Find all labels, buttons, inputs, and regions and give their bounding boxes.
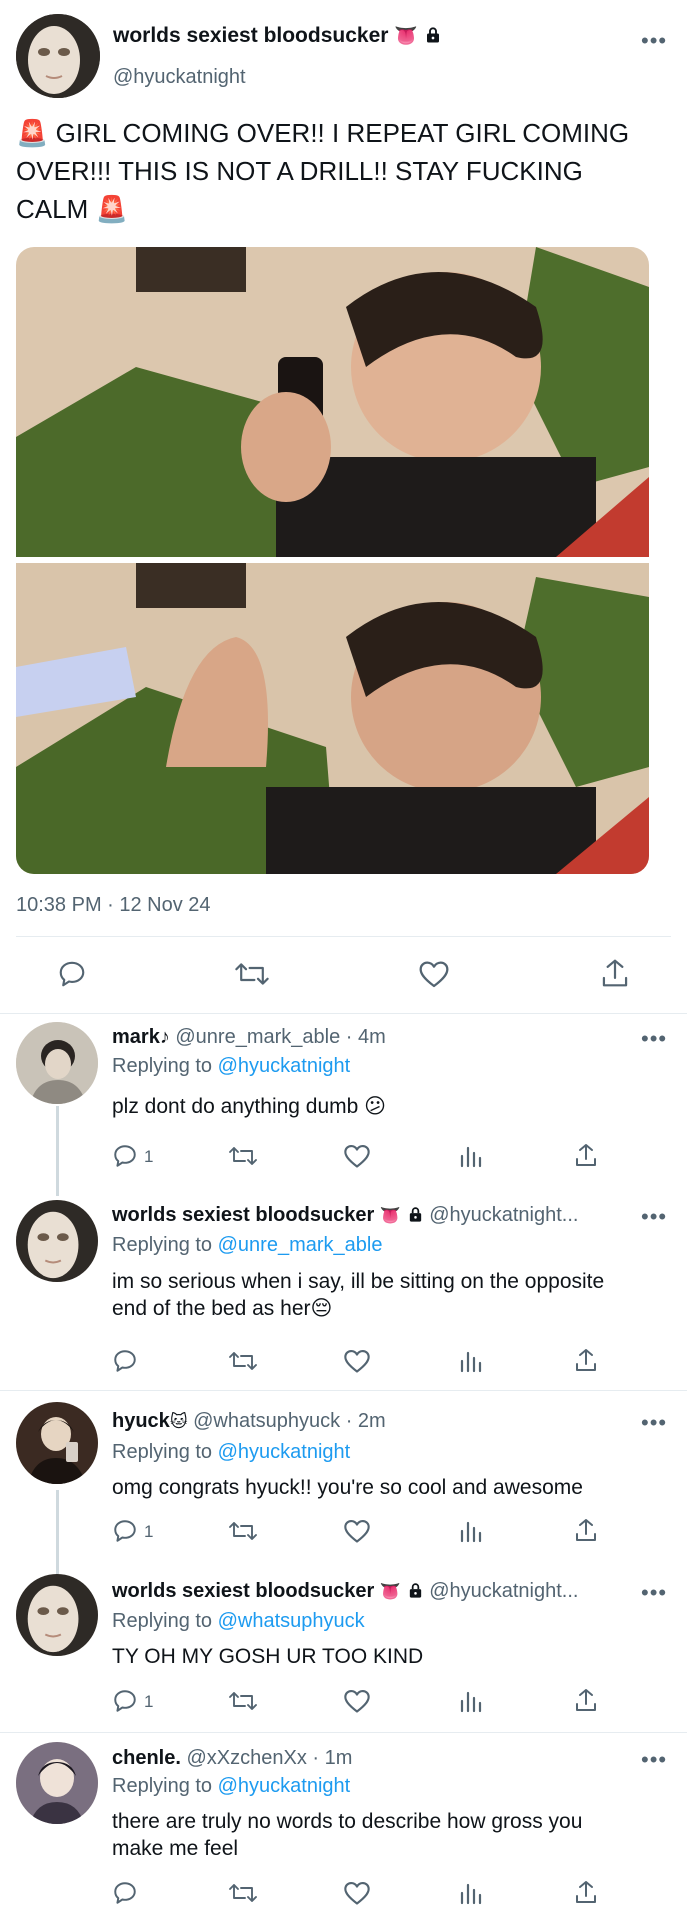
reply-icon[interactable] <box>57 959 87 989</box>
display-name[interactable]: chenle. <box>112 1747 181 1769</box>
divider <box>16 936 671 937</box>
reply-count: 1 <box>144 1147 154 1166</box>
reply-header: worlds sexiest bloodsucker 👅 @hyuckatnig… <box>112 1204 578 1227</box>
handle-time[interactable]: @whatsuphyuck · 2m <box>193 1410 386 1432</box>
mention-link[interactable]: @hyuckatnight <box>218 1775 351 1797</box>
reply-header: mark♪ @unre_mark_able · 4m <box>112 1026 386 1049</box>
reply-icon[interactable] <box>112 1880 138 1906</box>
more-options-icon[interactable]: ••• <box>641 1204 667 1230</box>
reply-text: TY OH MY GOSH UR TOO KIND <box>112 1645 424 1668</box>
share-icon[interactable] <box>574 1517 598 1543</box>
tongue-emoji: 👅 <box>379 1206 402 1226</box>
reply-icon[interactable] <box>112 1143 138 1169</box>
more-options-icon[interactable]: ••• <box>641 28 667 54</box>
reply-text: im so serious when i say, ill be sitting… <box>112 1270 605 1320</box>
reply-header: chenle. @xXzchenXx · 1m <box>112 1747 352 1770</box>
more-options-icon[interactable]: ••• <box>641 1026 667 1052</box>
lock-icon <box>407 1582 424 1599</box>
avatar[interactable] <box>16 1742 98 1824</box>
display-name[interactable]: hyuck <box>112 1410 170 1432</box>
avatar[interactable] <box>16 1574 98 1656</box>
avatar[interactable] <box>16 1402 98 1484</box>
handle-time[interactable]: @hyuckatnight... <box>429 1580 578 1602</box>
mention-link[interactable]: @whatsuphyuck <box>218 1610 365 1632</box>
avatar[interactable] <box>16 1200 98 1282</box>
thread-line <box>56 1490 59 1576</box>
retweet-icon[interactable] <box>234 959 270 989</box>
mention-link[interactable]: @hyuckatnight <box>218 1055 351 1077</box>
like-icon[interactable] <box>418 959 450 989</box>
reply-header: worlds sexiest bloodsucker 👅 @hyuckatnig… <box>112 1580 578 1603</box>
timestamp[interactable]: 10:38 PM · 12 Nov 24 <box>16 894 211 917</box>
like-icon[interactable] <box>343 1880 371 1906</box>
avatar[interactable] <box>16 14 100 98</box>
views-icon[interactable] <box>459 1689 483 1713</box>
tongue-emoji: 👅 <box>379 1582 402 1602</box>
retweet-icon[interactable] <box>228 1143 258 1169</box>
views-icon[interactable] <box>459 1519 483 1543</box>
lock-icon <box>424 26 442 44</box>
divider <box>0 1390 687 1391</box>
reply-header: hyuck🐱 @whatsuphyuck · 2m <box>112 1410 386 1433</box>
views-icon[interactable] <box>459 1881 483 1905</box>
lock-icon <box>407 1206 424 1223</box>
retweet-icon[interactable] <box>228 1348 258 1374</box>
reply-icon[interactable] <box>112 1348 138 1374</box>
divider <box>0 1732 687 1733</box>
share-icon[interactable] <box>600 957 630 989</box>
tweet-text: 🚨 GIRL COMING OVER!! I REPEAT GIRL COMIN… <box>16 118 630 224</box>
retweet-icon[interactable] <box>228 1880 258 1906</box>
avatar[interactable] <box>16 1022 98 1104</box>
display-name[interactable]: worlds sexiest bloodsucker <box>112 1580 374 1602</box>
replying-to: Replying to @hyuckatnight <box>112 1441 351 1463</box>
share-icon[interactable] <box>574 1687 598 1713</box>
handle-time[interactable]: @unre_mark_able · 4m <box>175 1026 385 1048</box>
cat-emoji: 🐱 <box>169 1412 188 1432</box>
tweet-media[interactable] <box>16 247 649 874</box>
display-name[interactable]: worlds sexiest bloodsucker 👅 <box>113 24 442 48</box>
like-icon[interactable] <box>343 1348 371 1374</box>
display-name[interactable]: mark♪ <box>112 1026 170 1048</box>
display-name[interactable]: worlds sexiest bloodsucker <box>112 1204 374 1226</box>
thread-line <box>56 1106 59 1196</box>
divider <box>0 1013 687 1014</box>
replying-to: Replying to @hyuckatnight <box>112 1775 351 1797</box>
mention-link[interactable]: @unre_mark_able <box>218 1234 383 1256</box>
replying-to: Replying to @whatsuphyuck <box>112 1610 365 1632</box>
reply-count: 1 <box>144 1692 154 1711</box>
more-options-icon[interactable]: ••• <box>641 1747 667 1773</box>
share-icon[interactable] <box>574 1347 598 1373</box>
replying-to: Replying to @unre_mark_able <box>112 1234 383 1256</box>
reply-text: omg congrats hyuck!! you're so cool and … <box>112 1476 583 1499</box>
more-options-icon[interactable]: ••• <box>641 1410 667 1436</box>
like-icon[interactable] <box>343 1518 371 1544</box>
replying-to: Replying to @hyuckatnight <box>112 1055 351 1077</box>
handle[interactable]: @hyuckatnight <box>113 66 246 89</box>
reply-text: plz dont do anything dumb 😕 <box>112 1095 387 1118</box>
share-icon[interactable] <box>574 1879 598 1905</box>
more-options-icon[interactable]: ••• <box>641 1580 667 1606</box>
meme-image <box>16 247 649 874</box>
views-icon[interactable] <box>459 1349 483 1373</box>
views-icon[interactable] <box>459 1144 483 1168</box>
reply-text: there are truly no words to describe how… <box>112 1810 583 1860</box>
like-icon[interactable] <box>343 1143 371 1169</box>
mention-link[interactable]: @hyuckatnight <box>218 1441 351 1463</box>
retweet-icon[interactable] <box>228 1688 258 1714</box>
handle-time[interactable]: @hyuckatnight... <box>429 1204 578 1226</box>
reply-count: 1 <box>144 1522 154 1541</box>
handle-time[interactable]: @xXzchenXx · 1m <box>186 1747 352 1769</box>
reply-icon[interactable] <box>112 1518 138 1544</box>
reply-icon[interactable] <box>112 1688 138 1714</box>
share-icon[interactable] <box>574 1142 598 1168</box>
tongue-emoji: 👅 <box>394 25 418 47</box>
like-icon[interactable] <box>343 1688 371 1714</box>
retweet-icon[interactable] <box>228 1518 258 1544</box>
